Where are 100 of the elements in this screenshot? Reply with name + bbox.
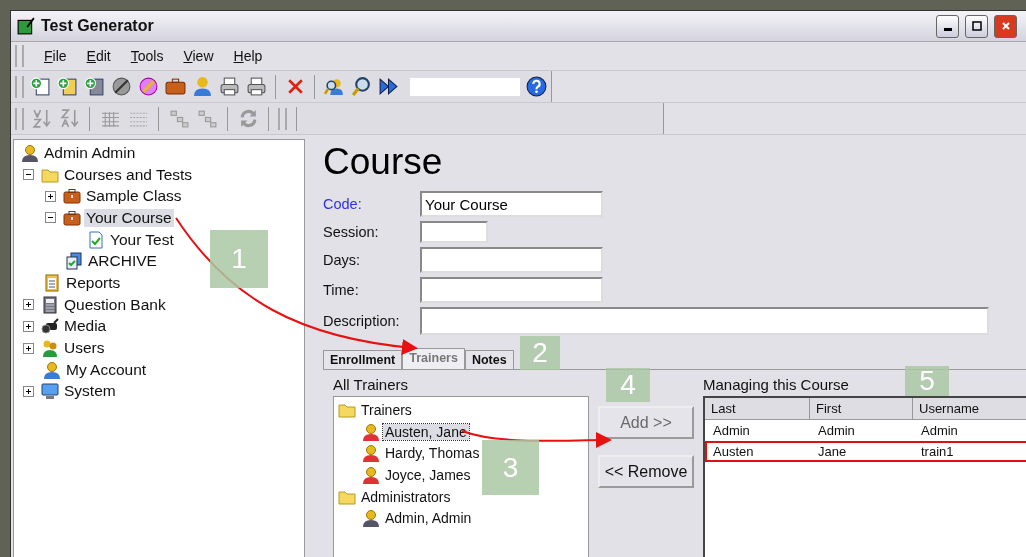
table-cell-text: Admin xyxy=(712,422,751,439)
app-icon xyxy=(17,17,35,35)
field-label: Time: xyxy=(323,282,360,298)
input-field[interactable]: Your Course xyxy=(420,191,603,217)
table-cell-text: train1 xyxy=(920,443,955,460)
tree-item[interactable]: My Account xyxy=(64,360,149,379)
minimize-button[interactable] xyxy=(936,14,959,38)
menu-item[interactable]: Tools xyxy=(130,48,164,64)
printer-icon[interactable] xyxy=(218,75,240,98)
tree-item[interactable]: System xyxy=(62,382,118,401)
field-label: Code: xyxy=(323,196,363,212)
toolbar-grip[interactable] xyxy=(15,107,24,130)
expand-icon[interactable] xyxy=(23,385,34,397)
field-label: Description: xyxy=(323,313,401,329)
users-icon xyxy=(41,339,59,358)
person-icon[interactable] xyxy=(191,75,213,98)
tree-item[interactable]: Reports xyxy=(64,273,123,292)
maximize-icon xyxy=(970,20,983,32)
tree-item[interactable]: Question Bank xyxy=(62,295,168,314)
tab[interactable]: Enrollment xyxy=(323,350,403,369)
tab[interactable]: Trainers xyxy=(402,348,465,369)
section-title: Managing this Course xyxy=(703,376,849,395)
person-icon xyxy=(362,509,380,528)
tree-item[interactable]: Courses and Tests xyxy=(62,165,195,184)
window-title: Test Generator xyxy=(41,17,154,35)
tree-item[interactable]: Admin Admin xyxy=(42,143,138,162)
field-label: Session: xyxy=(323,224,380,240)
tree-item[interactable]: Austen, Jane xyxy=(383,423,469,440)
disc-icon[interactable] xyxy=(110,75,132,98)
table-cell-text: Jane xyxy=(817,443,848,460)
minimize-icon xyxy=(943,28,952,31)
person-icon xyxy=(43,360,61,379)
calculator-icon xyxy=(41,295,59,314)
column-header[interactable]: Username xyxy=(913,398,1026,420)
step-number: 4 xyxy=(606,368,650,402)
menu-item[interactable]: View xyxy=(183,48,214,64)
expand-icon[interactable] xyxy=(23,320,34,332)
printer-icon[interactable] xyxy=(245,75,267,98)
briefcase-icon xyxy=(63,187,81,206)
toolbar-grip[interactable] xyxy=(15,45,24,67)
person-icon xyxy=(21,143,39,162)
toolbar-grip[interactable] xyxy=(278,107,287,130)
person-icon xyxy=(362,465,380,484)
close-icon xyxy=(999,20,1012,32)
input-field[interactable] xyxy=(420,307,989,335)
tab[interactable]: Notes xyxy=(464,350,514,369)
remove-button[interactable]: << Remove xyxy=(598,455,694,488)
toolbar-grip[interactable] xyxy=(15,75,24,98)
step-number: 1 xyxy=(210,230,268,288)
input-field[interactable] xyxy=(420,221,488,243)
documents-icon xyxy=(65,252,83,271)
expand-icon[interactable] xyxy=(23,299,34,311)
input-field[interactable] xyxy=(420,247,603,273)
section-title: All Trainers xyxy=(333,376,409,395)
document-check-icon xyxy=(87,230,105,249)
input-field[interactable] xyxy=(420,277,603,303)
monitor-icon xyxy=(41,382,59,401)
help-icon[interactable] xyxy=(525,75,547,98)
step-number: 3 xyxy=(482,440,539,495)
search-field[interactable] xyxy=(410,77,520,96)
tree-item[interactable]: Your Test xyxy=(108,230,176,249)
step-number: 5 xyxy=(905,366,949,396)
add-document-icon[interactable] xyxy=(29,75,51,98)
video-camera-icon xyxy=(41,317,59,336)
table-cell-text: Admin xyxy=(920,422,959,439)
briefcase-icon xyxy=(63,208,81,227)
tree-item[interactable]: Hardy, Thomas xyxy=(383,445,482,462)
person-icon xyxy=(362,422,380,441)
expand-icon[interactable] xyxy=(45,190,56,202)
person-icon xyxy=(362,444,380,463)
tree-item[interactable]: Admin, Admin xyxy=(383,510,474,527)
page-heading: Course xyxy=(323,140,444,184)
tree-item[interactable]: Trainers xyxy=(359,401,414,418)
tree-item[interactable]: Media xyxy=(62,317,109,336)
column-header[interactable]: Last xyxy=(705,398,810,420)
menu-item[interactable]: Edit xyxy=(86,48,111,64)
fast-forward-icon[interactable] xyxy=(377,75,399,98)
pencil-icon[interactable] xyxy=(137,75,159,98)
tree-item[interactable]: Administrators xyxy=(359,488,453,505)
add-document-icon[interactable] xyxy=(83,75,105,98)
expand-icon[interactable] xyxy=(23,342,34,354)
tree-item[interactable]: Joyce, James xyxy=(383,466,473,483)
tree-item[interactable]: Sample Class xyxy=(84,187,184,206)
search-icon[interactable] xyxy=(350,75,372,98)
maximize-button[interactable] xyxy=(965,14,988,38)
step-number: 2 xyxy=(520,336,560,370)
tree-item[interactable]: Users xyxy=(62,339,107,358)
menu-item[interactable]: File xyxy=(44,48,67,64)
collapse-icon[interactable] xyxy=(45,212,56,224)
field-label: Days: xyxy=(323,252,362,268)
close-button[interactable] xyxy=(994,14,1017,38)
collapse-icon[interactable] xyxy=(23,169,34,181)
add-document-icon[interactable] xyxy=(56,75,78,98)
menu-item[interactable]: Help xyxy=(233,48,263,64)
table-cell-text: Austen xyxy=(712,443,755,460)
clipboard-icon xyxy=(43,273,61,292)
tree-item[interactable]: Your Course xyxy=(84,208,174,227)
column-header[interactable]: First xyxy=(810,398,913,420)
tree-item[interactable]: ARCHIVE xyxy=(86,252,159,271)
table-cell-text: Admin xyxy=(817,422,856,439)
